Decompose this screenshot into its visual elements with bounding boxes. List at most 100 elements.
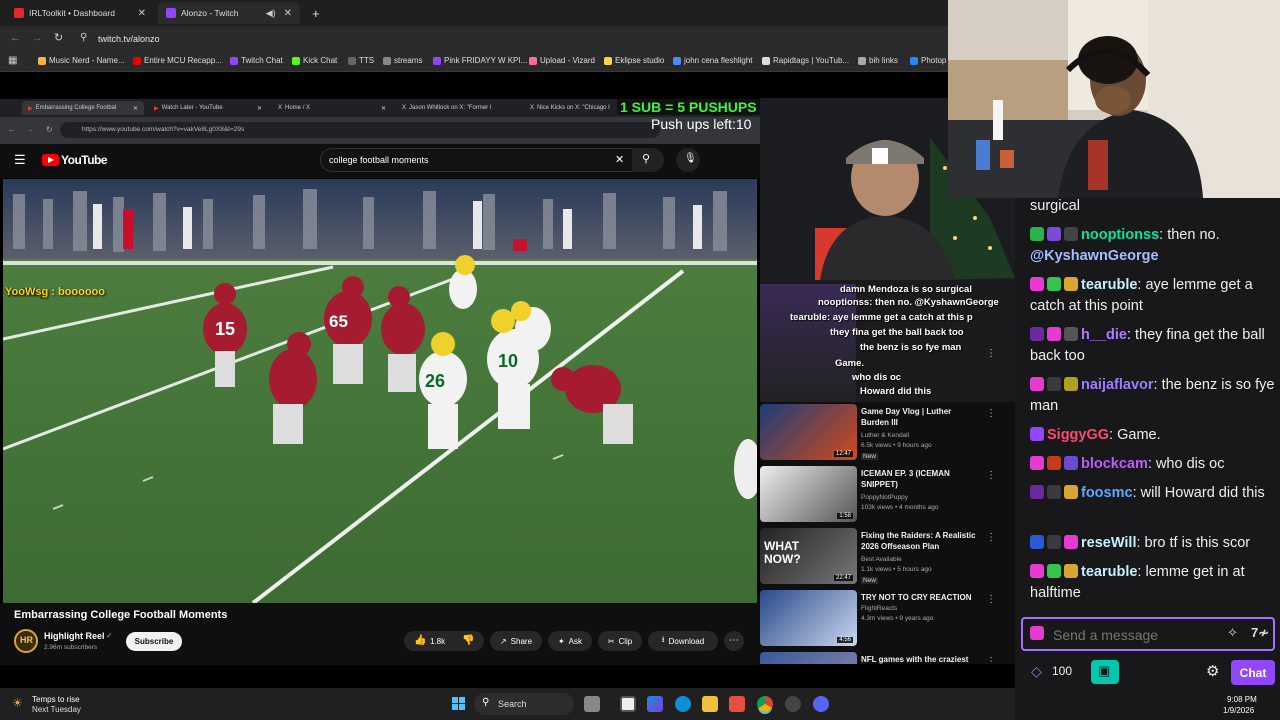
- copilot-icon[interactable]: [647, 696, 663, 712]
- chat-message-box[interactable]: ✧ 7≁: [1021, 617, 1275, 651]
- reload-icon[interactable]: ↻: [54, 31, 63, 44]
- chat-username[interactable]: naijaflavor: [1081, 377, 1154, 393]
- recommended-video[interactable]: 12:47 Game Day Vlog | Luther Burden III …: [760, 402, 1015, 464]
- recommended-video[interactable]: 4:56 TRY NOT TO CRY REACTION FlightReact…: [760, 588, 1015, 650]
- chrome-icon[interactable]: [757, 696, 773, 712]
- channel-avatar[interactable]: HR: [14, 629, 38, 653]
- weather-widget-line1[interactable]: Temps to rise: [32, 695, 80, 704]
- share-button[interactable]: ↗ Share: [490, 631, 542, 651]
- more-options-icon[interactable]: ⋮: [986, 532, 996, 543]
- menu-icon[interactable]: ☰: [14, 152, 26, 168]
- bookmark-item[interactable]: Upload - Vizard: [529, 56, 595, 65]
- video-player[interactable]: 15 65 26 10 YooWsg: [3, 179, 757, 603]
- more-options-icon[interactable]: ⋮: [986, 470, 996, 481]
- translate-icon[interactable]: 7≁: [1251, 625, 1269, 641]
- inner-tab[interactable]: X Home / X ✕: [272, 101, 392, 115]
- close-icon[interactable]: ✕: [284, 8, 292, 19]
- chat-mention[interactable]: @KyshawnGeorge: [1030, 248, 1159, 264]
- more-options-icon[interactable]: ⋮: [986, 594, 996, 605]
- chat-send-button[interactable]: Chat: [1231, 660, 1275, 685]
- more-options-icon[interactable]: ⋮: [986, 348, 996, 359]
- forward-icon[interactable]: →: [26, 125, 34, 134]
- chat-username[interactable]: reseWill: [1081, 535, 1136, 551]
- bookmark-item[interactable]: Twitch Chat: [230, 56, 283, 65]
- chat-message: nooptionss: then no. @KyshawnGeorge: [1030, 227, 1220, 264]
- store-icon[interactable]: [729, 696, 745, 712]
- like-icon[interactable]: 👍: [414, 635, 426, 646]
- youtube-wordmark[interactable]: YouTube: [61, 153, 108, 167]
- edge-icon[interactable]: [675, 696, 691, 712]
- chat-username[interactable]: tearuble: [1081, 277, 1137, 293]
- settings-gear-icon[interactable]: ⚙: [1206, 662, 1219, 680]
- chat-username[interactable]: nooptionss: [1081, 227, 1159, 243]
- badge-picker-icon[interactable]: [1030, 626, 1044, 640]
- more-options-icon[interactable]: ⋮: [986, 408, 996, 419]
- voice-search-button[interactable]: 🎙: [676, 148, 700, 172]
- chat-username[interactable]: h__die: [1081, 327, 1127, 343]
- weather-widget-line2[interactable]: Next Tuesday: [32, 705, 81, 714]
- bonus-chest-button[interactable]: ▣: [1091, 660, 1119, 684]
- inner-tab[interactable]: ▶ Embarrassing College Footbal ✕: [22, 101, 144, 115]
- chat-username[interactable]: foosmc: [1081, 485, 1133, 501]
- obs-icon[interactable]: [785, 696, 801, 712]
- taskbar-time[interactable]: 9:08 PM: [1227, 695, 1257, 704]
- bookmark-item[interactable]: Music Nerd - Name...: [38, 56, 125, 65]
- channel-name[interactable]: Highlight Reel: [44, 631, 105, 641]
- task-view-icon[interactable]: [584, 696, 600, 712]
- taskbar-search[interactable]: ⚲ Search: [474, 693, 574, 715]
- bookmark-item[interactable]: Photop: [910, 56, 946, 65]
- bookmark-item[interactable]: Pink FRIDAYY W KPI...: [433, 56, 527, 65]
- subscribe-button[interactable]: Subscribe: [126, 632, 182, 651]
- clip-button[interactable]: ✂ Clip: [598, 631, 642, 651]
- file-icon[interactable]: [620, 696, 636, 712]
- inner-tab[interactable]: ▶ Watch Later - YouTube ✕: [148, 101, 268, 115]
- inner-tab[interactable]: X Nice Kicks on X: "Chicago I: [524, 101, 618, 115]
- bookmark-item[interactable]: streams: [383, 56, 422, 65]
- chat-username[interactable]: tearuble: [1081, 564, 1137, 580]
- like-count[interactable]: 1.8k: [430, 637, 445, 646]
- bookmark-item[interactable]: john cena fleshlight: [673, 56, 753, 65]
- reload-icon[interactable]: ↻: [46, 125, 53, 134]
- url-text[interactable]: twitch.tv/alonzo: [98, 34, 160, 44]
- channel-points-icon[interactable]: ◇: [1031, 663, 1042, 680]
- tab-irltoolkit[interactable]: IRLToolkit • Dashboard ✕: [6, 2, 154, 24]
- youtube-search-input[interactable]: college football moments ✕: [320, 148, 636, 172]
- inner-url-field[interactable]: https://www.youtube.com/watch?v=vakVe8Lg…: [60, 122, 660, 138]
- new-tab-button[interactable]: +: [304, 2, 324, 24]
- forward-icon[interactable]: →: [32, 32, 43, 44]
- bookmark-item[interactable]: Eklipse studio: [604, 56, 664, 65]
- back-icon[interactable]: ←: [8, 125, 16, 134]
- windows-start-icon[interactable]: [452, 697, 466, 711]
- more-actions-icon[interactable]: ⋯: [724, 631, 744, 651]
- bookmark-item[interactable]: TTS: [348, 56, 374, 65]
- close-icon[interactable]: ✕: [138, 8, 146, 19]
- bookmark-item[interactable]: Entire MCU Recapp...: [133, 56, 222, 65]
- download-button[interactable]: ⭳ Download: [648, 631, 718, 651]
- search-button[interactable]: ⚲: [632, 148, 664, 172]
- ask-button[interactable]: ✦ Ask: [548, 631, 592, 651]
- discord-icon[interactable]: [813, 696, 829, 712]
- bookmark-item[interactable]: Rapidtags | YouTub...: [762, 56, 849, 65]
- youtube-logo-icon[interactable]: ▶: [42, 154, 59, 166]
- back-icon[interactable]: ←: [10, 32, 21, 44]
- recommended-video[interactable]: NFL games with the craziest ⋮: [760, 650, 1015, 664]
- dislike-icon[interactable]: 👎: [462, 635, 474, 646]
- more-options-icon[interactable]: ⋮: [986, 656, 996, 664]
- clear-search-icon[interactable]: ✕: [615, 153, 624, 166]
- tab-alonzo-twitch[interactable]: Alonzo - Twitch ◀) ✕: [158, 2, 300, 24]
- apps-icon[interactable]: ▦: [8, 55, 17, 66]
- file-explorer-icon[interactable]: [702, 696, 718, 712]
- inner-tab[interactable]: X Jason Whitlock on X: "Former I: [396, 101, 520, 115]
- bookmark-item[interactable]: bih links: [858, 56, 898, 65]
- emote-picker-icon[interactable]: ✧: [1227, 625, 1238, 641]
- speaker-icon[interactable]: ◀): [266, 8, 276, 19]
- weather-icon[interactable]: ☀: [12, 696, 23, 710]
- taskbar-date[interactable]: 1/9/2026: [1223, 706, 1254, 715]
- site-info-icon[interactable]: ⚲: [80, 32, 87, 43]
- bookmark-item[interactable]: Kick Chat: [292, 56, 337, 65]
- chat-username[interactable]: blockcam: [1081, 456, 1148, 472]
- recommended-video[interactable]: 1:58 ICEMAN EP. 3 (ICEMAN SNIPPET) Poppy…: [760, 464, 1015, 526]
- chat-username[interactable]: SiggyGG: [1047, 427, 1109, 443]
- recommended-video[interactable]: WHAT NOW? 22:47 Fixing the Raiders: A Rea…: [760, 526, 1015, 588]
- chat-message-input[interactable]: [1053, 625, 1223, 645]
